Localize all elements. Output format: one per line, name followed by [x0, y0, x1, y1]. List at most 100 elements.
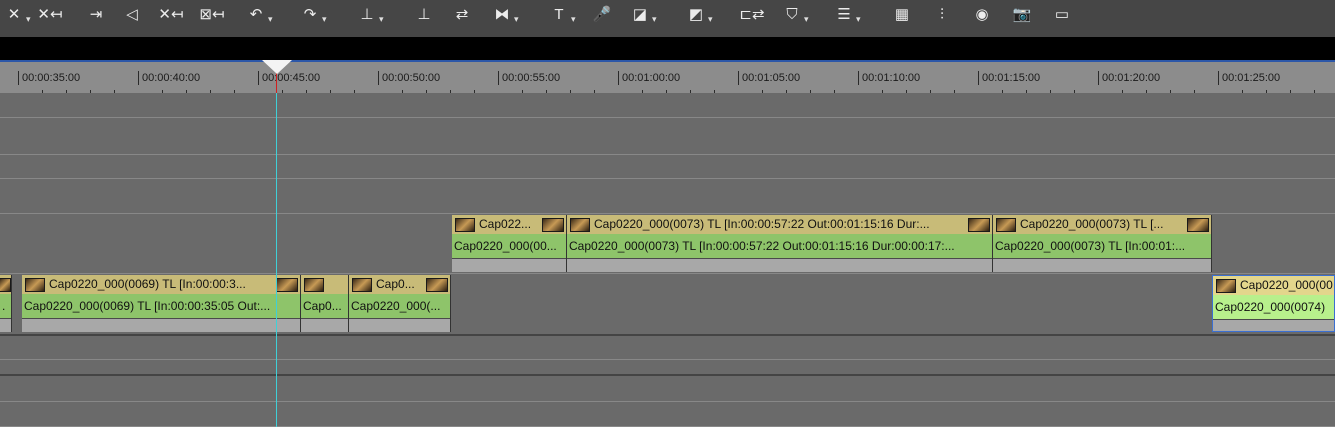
timeline-clip[interactable]: Cap0...: [301, 275, 349, 332]
timeline-clip[interactable]: Cap0... Cap0220_000(...: [349, 275, 451, 332]
ripple-icon[interactable]: ⇄: [448, 0, 476, 30]
snapshot-icon[interactable]: 📷: [1008, 0, 1036, 30]
clip-audio-bar: [22, 318, 300, 332]
clear-out-icon[interactable]: ✕↤: [157, 0, 185, 30]
clip-thumbnail-icon: [1187, 218, 1209, 232]
overwrite-icon[interactable]: ⊥: [410, 0, 438, 30]
clip-title: Cap0220_000(00: [1240, 278, 1333, 292]
clip-title: Cap0220_000(0069) TL [In:00:00:3...: [49, 277, 246, 291]
clip-header: Cap0220_000(00: [1213, 276, 1334, 295]
track-row[interactable]: [0, 155, 1335, 179]
clip-header: Cap022...: [452, 215, 566, 234]
clear-in-icon[interactable]: ◁: [118, 0, 146, 30]
chevron-down-icon[interactable]: ▾: [708, 14, 713, 25]
clip-header: Cap0220_000(0073) TL [In:00:00:57:22 Out…: [567, 215, 992, 234]
chevron-down-icon[interactable]: ▾: [26, 14, 31, 25]
ruler-timecode-label: 00:01:10:00: [858, 71, 920, 85]
set-in-out-icon[interactable]: ⇥: [82, 0, 110, 30]
clip-header: Cap0220_000(0069) TL [In:00:00:3...: [22, 275, 300, 294]
track-row[interactable]: [0, 93, 1335, 118]
clear-in-out-icon[interactable]: ⊠↤: [198, 0, 226, 30]
clip-header: Cap0...: [349, 275, 450, 294]
marker-icon[interactable]: ⛉: [778, 0, 806, 30]
chevron-down-icon[interactable]: ▾: [379, 14, 384, 25]
clip-title: Cap022...: [479, 217, 532, 231]
clip-header: Cap0220_000(0073) TL [...: [993, 215, 1211, 234]
timeline-clip[interactable]: Cap0220_000(0073) TL [In:00:00:57:22 Out…: [567, 215, 993, 272]
chevron-down-icon[interactable]: ▾: [856, 14, 861, 25]
timeline-clip[interactable]: Cap022... Cap0220_000(00...: [452, 215, 567, 272]
clip-label: Cap0220_000(0073) TL [In:00:00:57:22 Out…: [567, 234, 992, 258]
chevron-down-icon[interactable]: ▾: [652, 14, 657, 25]
fade-out-icon[interactable]: ◩: [682, 0, 710, 30]
clip-thumbnail-icon: [426, 278, 448, 292]
track-row[interactable]: [0, 336, 1335, 360]
timeline-clip[interactable]: Cap0220_000(0069) TL [In:00:00:3... Cap0…: [22, 275, 301, 332]
multicam-icon[interactable]: ▦: [888, 0, 916, 30]
track-row[interactable]: [0, 360, 1335, 376]
transition-icon[interactable]: ⧓: [488, 0, 516, 30]
clip-label: Cap0220_000(0069) TL [In:00:00:35:05 Out…: [22, 294, 300, 318]
clip-audio-bar: [993, 258, 1211, 272]
clip-thumbnail-icon: [1216, 278, 1236, 293]
chevron-down-icon[interactable]: ▾: [268, 14, 273, 25]
clip-thumbnail-icon: [304, 277, 324, 292]
clip-thumbnail-icon: [0, 278, 11, 292]
delete-in-point-icon[interactable]: ✕: [0, 0, 28, 30]
clip-thumbnail-icon: [996, 217, 1016, 232]
fade-in-icon[interactable]: ◪: [626, 0, 654, 30]
ruler-timecode-label: 00:01:15:00: [978, 71, 1040, 85]
clip-thumbnail-icon: [25, 277, 45, 292]
chevron-down-icon[interactable]: ▾: [571, 14, 576, 25]
clip-header: [301, 275, 348, 294]
timeline-clip[interactable]: .: [0, 275, 12, 332]
playhead-handle-icon[interactable]: [262, 60, 292, 74]
mixer-icon[interactable]: ⫶: [928, 0, 956, 30]
clip-thumbnail-icon: [352, 277, 372, 292]
link-icon[interactable]: ⊏⇄: [738, 0, 766, 30]
clip-audio-bar: [349, 318, 450, 332]
color-wheel-icon[interactable]: ◉: [968, 0, 996, 30]
chevron-down-icon[interactable]: ▾: [804, 14, 809, 25]
clip-thumbnail-icon: [542, 218, 564, 232]
clip-audio-bar: [301, 318, 348, 332]
track-color-icon[interactable]: ☰: [830, 0, 858, 30]
ruler-timecode-label: 00:00:55:00: [498, 71, 560, 85]
redo-icon[interactable]: ↷: [296, 0, 324, 30]
track-row[interactable]: [0, 118, 1335, 155]
track-row[interactable]: [0, 402, 1335, 427]
insert-icon[interactable]: ⊥: [353, 0, 381, 30]
delete-out-point-icon[interactable]: ✕↤: [36, 0, 64, 30]
ruler-timecode-label: 00:00:50:00: [378, 71, 440, 85]
clip-title: Cap0220_000(0073) TL [In:00:00:57:22 Out…: [594, 217, 930, 231]
timeline-clip[interactable]: Cap0220_000(0073) TL [... Cap0220_000(00…: [993, 215, 1212, 272]
clip-label: Cap0220_000(0074): [1213, 295, 1334, 319]
track-row[interactable]: [0, 376, 1335, 402]
chevron-down-icon[interactable]: ▾: [514, 14, 519, 25]
undo-icon[interactable]: ↶: [242, 0, 270, 30]
clip-title: Cap0220_000(0073) TL [...: [1020, 217, 1164, 231]
title-icon[interactable]: T: [545, 0, 573, 30]
track-row[interactable]: [0, 179, 1335, 214]
clip-label: Cap0...: [301, 294, 348, 318]
ruler-timecode-label: 00:01:00:00: [618, 71, 680, 85]
track-header-bar: [0, 37, 1335, 60]
clip-header: [0, 275, 11, 294]
monitor-icon[interactable]: ▭: [1048, 0, 1076, 30]
time-ruler[interactable]: 00:00:35:00 00:00:40:00 00:00:45:00 00:00:5…: [0, 60, 1335, 95]
clip-title: Cap0...: [376, 277, 415, 291]
ruler-timecode-label: 00:00:40:00: [138, 71, 200, 85]
clip-thumbnail-icon: [570, 217, 590, 232]
clip-thumbnail-icon: [276, 278, 298, 292]
chevron-down-icon[interactable]: ▾: [322, 14, 327, 25]
clip-label: .: [0, 294, 11, 318]
microphone-icon[interactable]: 🎤: [588, 0, 616, 30]
clip-audio-bar: [0, 318, 11, 332]
playhead-line: [276, 60, 277, 427]
clip-audio-bar: [1213, 319, 1334, 331]
ruler-timecode-label: 00:01:05:00: [738, 71, 800, 85]
ruler-timecode-label: 00:00:35:00: [18, 71, 80, 85]
timeline-clip-selected[interactable]: Cap0220_000(00 Cap0220_000(0074): [1212, 275, 1335, 332]
clip-label: Cap0220_000(0073) TL [In:00:01:...: [993, 234, 1211, 258]
clip-audio-bar: [567, 258, 992, 272]
